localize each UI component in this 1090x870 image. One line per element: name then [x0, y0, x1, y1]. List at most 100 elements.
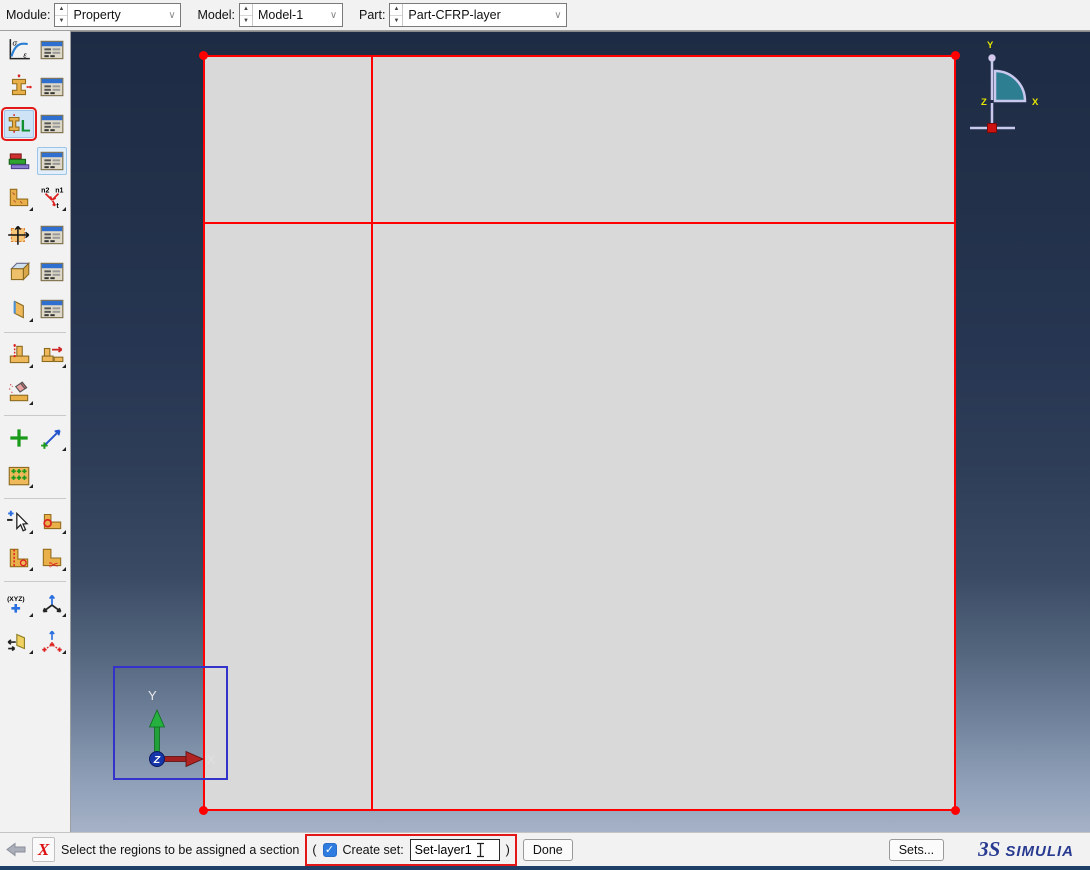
- partition-edge-button[interactable]: [37, 507, 67, 535]
- prompt-text: Select the regions to be assigned a sect…: [61, 843, 299, 857]
- origin-triad-icon: Y X Z: [115, 668, 226, 778]
- part-label: Part:: [359, 8, 385, 22]
- vertex-dot[interactable]: [951, 51, 960, 60]
- manager-window-icon: [39, 111, 65, 137]
- material-manager-button[interactable]: [37, 36, 67, 64]
- create-datum-axis-button[interactable]: [37, 424, 67, 452]
- composite-layup-manager-button[interactable]: [37, 147, 67, 175]
- edit-feature-button[interactable]: [4, 507, 34, 535]
- property-toolbox: σ ε: [0, 31, 71, 832]
- simulia-logo-text: SIMULIA: [1005, 843, 1074, 860]
- manager-window-icon: [39, 74, 65, 100]
- done-button[interactable]: Done: [523, 839, 573, 861]
- spinner-icon[interactable]: ▲▼: [55, 4, 68, 26]
- create-profile-button[interactable]: [4, 184, 34, 212]
- svg-text:L: L: [20, 118, 30, 136]
- manager-window-icon: [39, 148, 65, 174]
- svg-text:n2: n2: [41, 188, 49, 195]
- query-xyz-point-button[interactable]: (XYZ): [4, 590, 34, 618]
- manager-window-icon: [39, 37, 65, 63]
- origin-triad-box: Y X Z: [113, 666, 228, 780]
- create-composite-layup-button[interactable]: [4, 147, 34, 175]
- delete-feature-button[interactable]: [4, 378, 34, 406]
- axes-triad-icon: [39, 591, 65, 617]
- assign-material-orientation-button[interactable]: n2 n1 t: [37, 184, 67, 212]
- create-set-checkbox-checked-icon[interactable]: [323, 843, 337, 857]
- inertia-manager-button[interactable]: [37, 258, 67, 286]
- create-section-button[interactable]: [4, 73, 34, 101]
- svg-text:t: t: [56, 203, 59, 210]
- part-cfrp-layer-geometry[interactable]: [203, 55, 956, 811]
- cube-icon: [6, 259, 32, 285]
- composite-layup-icon: [6, 148, 32, 174]
- create-set-label: Create set:: [343, 843, 404, 857]
- partition-cell-scissors-icon: ✂: [39, 545, 65, 571]
- partition-edge-horizontal[interactable]: [205, 222, 954, 224]
- toolbox-separator: [4, 415, 66, 416]
- svg-text:n1: n1: [55, 188, 63, 195]
- skin-icon: [6, 296, 32, 322]
- spinner-icon[interactable]: ▲▼: [240, 4, 253, 26]
- eraser-icon: [6, 379, 32, 405]
- part-combobox-value: Part-CFRP-layer: [403, 4, 549, 26]
- module-combobox-value: Property: [68, 4, 163, 26]
- svg-text:(XYZ): (XYZ): [7, 596, 25, 603]
- chevron-down-icon[interactable]: ∨: [163, 4, 180, 26]
- partition-face-icon: [6, 545, 32, 571]
- 3ds-logo-mark: 3S: [978, 837, 1000, 862]
- edit-face-button[interactable]: [4, 627, 34, 655]
- view-axes-button[interactable]: [37, 590, 67, 618]
- assign-beam-orientation-button[interactable]: [4, 221, 34, 249]
- assign-section-button[interactable]: L: [4, 110, 34, 138]
- view-compass-icon[interactable]: Y Z X: [960, 37, 1050, 142]
- create-set-annotation-box: ( Create set: ): [305, 834, 516, 866]
- create-material-button[interactable]: σ ε: [4, 36, 34, 64]
- create-datum-point-button[interactable]: [4, 424, 34, 452]
- spinner-icon[interactable]: ▲▼: [390, 4, 403, 26]
- material-orientation-icon: n2 n1 t: [39, 185, 65, 211]
- translate-face-icon: [6, 628, 32, 654]
- chevron-down-icon[interactable]: ∨: [325, 4, 342, 26]
- section-assignment-manager-button[interactable]: [37, 110, 67, 138]
- vertex-dot[interactable]: [199, 51, 208, 60]
- partition-edge-vertical[interactable]: [371, 57, 373, 809]
- section-manager-button[interactable]: [37, 73, 67, 101]
- model-combobox[interactable]: ▲▼ Model-1 ∨: [239, 3, 343, 27]
- vertex-dot[interactable]: [951, 806, 960, 815]
- simulia-logo: 3S SIMULIA: [978, 837, 1074, 862]
- create-datum-csys-button[interactable]: [37, 627, 67, 655]
- paren-close: ): [506, 843, 510, 857]
- assign-stringer-button[interactable]: [37, 341, 67, 369]
- vertex-dot[interactable]: [199, 806, 208, 815]
- create-stringer-button[interactable]: [4, 341, 34, 369]
- svg-text:X: X: [207, 752, 216, 767]
- set-name-input[interactable]: [410, 839, 500, 861]
- point-grid-icon: [6, 462, 32, 488]
- cancel-procedure-button[interactable]: X: [32, 837, 55, 862]
- previous-prompt-arrow-icon[interactable]: [6, 842, 26, 857]
- module-combobox[interactable]: ▲▼ Property ∨: [54, 3, 181, 27]
- chevron-down-icon[interactable]: ∨: [549, 4, 566, 26]
- special-inertia-button[interactable]: [4, 258, 34, 286]
- model-combobox-value: Model-1: [253, 4, 325, 26]
- viewport-canvas[interactable]: Y X Z Y Z X: [71, 31, 1090, 832]
- sets-button[interactable]: Sets...: [889, 839, 944, 861]
- skin-manager-button[interactable]: [37, 295, 67, 323]
- create-point-grid-button[interactable]: [4, 461, 34, 489]
- datum-axis-icon: [39, 425, 65, 451]
- manager-window-icon: [39, 296, 65, 322]
- svg-text:X: X: [1032, 97, 1039, 108]
- abaqus-cae-window: Module: ▲▼ Property ∨ Model: ▲▼ Model-1 …: [0, 0, 1090, 870]
- part-combobox[interactable]: ▲▼ Part-CFRP-layer ∨: [389, 3, 567, 27]
- model-label: Model:: [197, 8, 235, 22]
- beam-orientation-manager-button[interactable]: [37, 221, 67, 249]
- stringer-icon: [6, 342, 32, 368]
- partition-face-button[interactable]: [4, 544, 34, 572]
- toolbox-separator: [4, 332, 66, 333]
- paren-open: (: [312, 843, 316, 857]
- create-skin-button[interactable]: [4, 295, 34, 323]
- ibeam-section-icon: [6, 74, 32, 100]
- partition-cell-button[interactable]: ✂: [37, 544, 67, 572]
- l-profile-icon: [6, 185, 32, 211]
- taskbar-edge: [0, 866, 1090, 870]
